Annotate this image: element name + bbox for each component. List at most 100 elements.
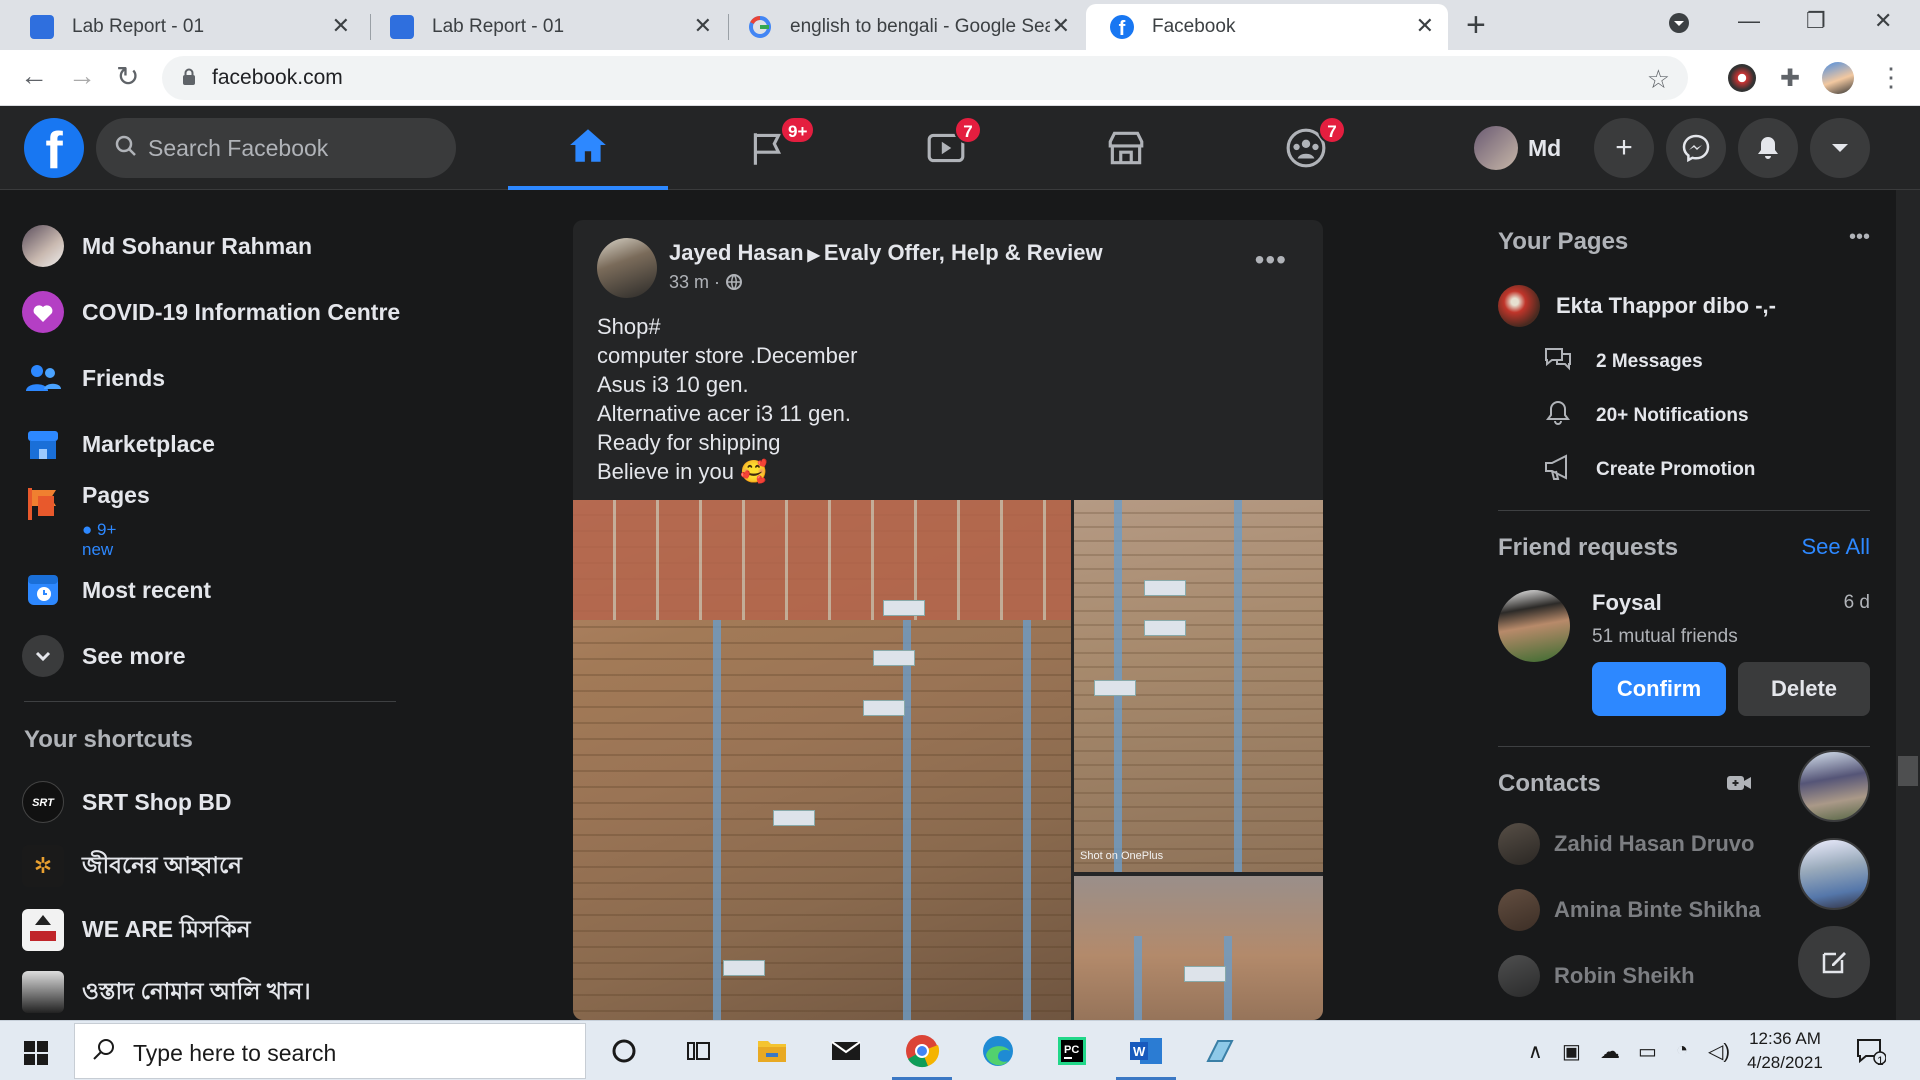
delete-button[interactable]: Delete bbox=[1738, 662, 1870, 716]
tab-pages[interactable]: 9+ bbox=[688, 106, 848, 190]
show-hidden-icons[interactable]: ∧ bbox=[1528, 1039, 1543, 1064]
contact-item[interactable]: Zahid Hasan Druvo bbox=[1498, 820, 1754, 868]
account-menu-button[interactable] bbox=[1810, 118, 1870, 178]
volume-icon[interactable]: ◁) bbox=[1708, 1039, 1730, 1064]
close-tab-icon[interactable]: ✕ bbox=[1416, 13, 1434, 39]
facebook-search[interactable] bbox=[96, 118, 456, 178]
messenger-button[interactable] bbox=[1666, 118, 1726, 178]
address-bar[interactable]: facebook.com ☆ bbox=[162, 56, 1688, 100]
tab-marketplace[interactable] bbox=[1046, 106, 1206, 190]
back-icon[interactable]: ← bbox=[20, 60, 48, 92]
tab-search-icon[interactable] bbox=[1668, 12, 1690, 40]
avatar[interactable] bbox=[597, 238, 657, 298]
search-input[interactable] bbox=[148, 132, 438, 164]
new-tab-icon[interactable]: + bbox=[1466, 6, 1486, 45]
post-photo[interactable] bbox=[1074, 876, 1323, 1020]
contact-item[interactable]: Robin Sheikh bbox=[1498, 952, 1695, 1000]
minimize-icon[interactable]: — bbox=[1738, 8, 1760, 34]
scrollbar-thumb[interactable] bbox=[1898, 756, 1918, 786]
facebook-logo[interactable]: f bbox=[24, 118, 84, 180]
more-options-icon[interactable]: ••• bbox=[1255, 244, 1287, 276]
shortcut-label: ওস্তাদ নোমান আলি খান। bbox=[82, 977, 311, 1004]
shortcut-item[interactable]: SRT SRT Shop BD bbox=[22, 774, 232, 830]
close-tab-icon[interactable]: ✕ bbox=[694, 13, 712, 39]
meet-now-icon[interactable]: ▣ bbox=[1562, 1039, 1581, 1064]
page-action-promotion[interactable]: Create Promotion bbox=[1520, 450, 1755, 490]
search-icon bbox=[91, 1036, 117, 1069]
box-label bbox=[873, 650, 915, 666]
chat-head-avatar[interactable] bbox=[1798, 838, 1870, 910]
chrome-icon[interactable] bbox=[902, 1031, 942, 1071]
tab-groups[interactable]: 7 bbox=[1226, 106, 1386, 190]
window-close-icon[interactable]: ✕ bbox=[1874, 8, 1892, 34]
new-room-icon[interactable] bbox=[1726, 772, 1752, 799]
sidebar-item-label: Friends bbox=[82, 364, 166, 391]
chat-head-avatar[interactable] bbox=[1798, 750, 1870, 822]
edge-icon[interactable] bbox=[978, 1031, 1018, 1071]
word-icon[interactable]: W bbox=[1126, 1031, 1166, 1071]
requester-name[interactable]: Foysal bbox=[1592, 590, 1662, 616]
time-text[interactable]: 33 m · bbox=[669, 272, 720, 292]
page-action-notifications[interactable]: 20+ Notifications bbox=[1520, 396, 1749, 436]
tab-watch[interactable]: 7 bbox=[866, 106, 1026, 190]
close-tab-icon[interactable]: ✕ bbox=[332, 13, 350, 39]
puzzle-extensions-icon[interactable]: ✚ bbox=[1776, 64, 1804, 92]
shortcut-item[interactable]: ✲ জীবনের আহ্বানে bbox=[22, 838, 242, 894]
file-explorer-icon[interactable] bbox=[752, 1031, 792, 1071]
page-item[interactable]: Ekta Thappor dibo -,- bbox=[1498, 282, 1776, 330]
browser-tab[interactable]: Lab Report - 01 ✕ bbox=[6, 4, 364, 50]
windows-start-icon[interactable] bbox=[24, 1041, 48, 1065]
bookmark-star-icon[interactable]: ☆ bbox=[1647, 64, 1670, 95]
sidebar-item-friends[interactable]: Friends bbox=[22, 350, 165, 406]
heart-icon bbox=[22, 291, 64, 333]
sidebar-item-most-recent[interactable]: Most recent bbox=[22, 562, 211, 618]
page-scrollbar[interactable] bbox=[1896, 190, 1920, 1020]
snipping-tool-icon[interactable] bbox=[1200, 1031, 1240, 1071]
box-tape bbox=[713, 620, 721, 1020]
more-options-icon[interactable]: ••• bbox=[1849, 226, 1870, 249]
author-name[interactable]: Jayed Hasan bbox=[669, 240, 804, 265]
extension-icon[interactable] bbox=[1728, 64, 1756, 92]
post-timestamp: 33 m · bbox=[669, 272, 743, 293]
browser-tab[interactable]: Lab Report - 01 ✕ bbox=[366, 4, 726, 50]
forward-icon[interactable]: → bbox=[68, 60, 96, 92]
battery-icon[interactable]: ▭ bbox=[1638, 1039, 1657, 1064]
task-view-icon[interactable] bbox=[678, 1031, 718, 1071]
onedrive-icon[interactable]: ☁ bbox=[1600, 1039, 1620, 1064]
wifi-icon[interactable]: ◔ bbox=[1676, 1039, 1688, 1062]
post-photo[interactable]: Shot on OnePlus bbox=[1074, 500, 1323, 872]
shortcut-item[interactable]: WE ARE মিসকিন bbox=[22, 902, 250, 958]
notification-badge: 7 bbox=[954, 116, 982, 144]
tab-home[interactable] bbox=[508, 106, 668, 190]
profile-avatar[interactable] bbox=[1822, 62, 1854, 94]
store-icon bbox=[1108, 131, 1144, 165]
sidebar-item-see-more[interactable]: See more bbox=[22, 628, 186, 684]
browser-tab[interactable]: english to bengali - Google Searc ✕ bbox=[724, 4, 1084, 50]
create-button[interactable]: + bbox=[1594, 118, 1654, 178]
reload-icon[interactable]: ↻ bbox=[116, 60, 139, 93]
contact-item[interactable]: Amina Binte Shikha bbox=[1498, 886, 1761, 934]
confirm-button[interactable]: Confirm bbox=[1592, 662, 1726, 716]
see-all-link[interactable]: See All bbox=[1802, 534, 1871, 560]
new-message-button[interactable] bbox=[1798, 926, 1870, 998]
group-name[interactable]: Evaly Offer, Help & Review bbox=[824, 240, 1103, 265]
chrome-menu-icon[interactable]: ⋮ bbox=[1878, 62, 1904, 93]
sidebar-item-profile[interactable]: Md Sohanur Rahman bbox=[22, 218, 312, 274]
page-action-messages[interactable]: 2 Messages bbox=[1520, 342, 1703, 382]
browser-tab-active[interactable]: f Facebook ✕ bbox=[1086, 4, 1448, 50]
sidebar-item-pages[interactable]: Pages ● 9+ new bbox=[22, 476, 150, 559]
taskbar-clock[interactable]: 12:36 AM 4/28/2021 bbox=[1740, 1027, 1830, 1075]
pycharm-icon[interactable]: PC bbox=[1052, 1031, 1092, 1071]
close-tab-icon[interactable]: ✕ bbox=[1052, 13, 1070, 39]
cortana-icon[interactable] bbox=[604, 1031, 644, 1071]
post-photo[interactable] bbox=[573, 500, 1071, 1020]
restore-icon[interactable]: ❐ bbox=[1806, 8, 1826, 34]
avatar[interactable] bbox=[1498, 590, 1570, 662]
taskbar-search[interactable]: Type here to search bbox=[74, 1023, 586, 1079]
sidebar-item-marketplace[interactable]: Marketplace bbox=[22, 416, 215, 472]
mail-icon[interactable] bbox=[826, 1031, 866, 1071]
profile-chip[interactable]: Md bbox=[1474, 122, 1561, 174]
shortcut-item[interactable]: ওস্তাদ নোমান আলি খান। bbox=[22, 964, 311, 1020]
sidebar-item-covid[interactable]: COVID-19 Information Centre bbox=[22, 284, 400, 340]
notifications-button[interactable] bbox=[1738, 118, 1798, 178]
